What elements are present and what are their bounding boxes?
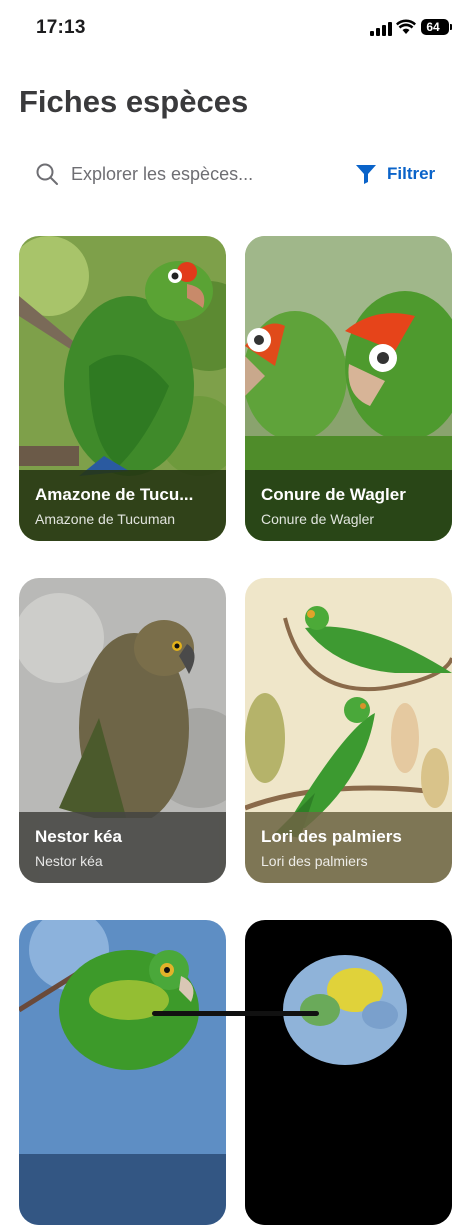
filter-label: Filtrer [387,164,436,183]
species-card[interactable]: Amazone de Tucu... Amazone de Tucuman [19,236,226,541]
species-card[interactable]: Conure de Wagler Conure de Wagler [245,236,452,541]
species-caption: Nestor kéa Nestor kéa [19,812,226,883]
wifi-icon [396,19,416,34]
species-caption: Lori des palmiers Lori des palmiers [245,812,452,883]
battery-level: 64 [426,20,440,34]
species-subname: Amazone de Tucuman [35,511,176,527]
species-caption: Conure de Wagler Conure de Wagler [245,470,452,541]
filter-button[interactable]: Filtrer [355,160,435,188]
species-name: Lori des palmiers [261,827,402,846]
status-bar: 17:13 64 [0,0,471,56]
species-caption [19,1154,226,1225]
home-indicator[interactable] [152,1011,319,1016]
species-card[interactable]: Nestor kéa Nestor kéa [19,578,226,883]
species-subname: Nestor kéa [35,853,103,869]
species-caption: Amazone de Tucu... Amazone de Tucuman [19,470,226,541]
status-time: 17:13 [36,17,86,38]
species-name: Conure de Wagler [261,485,406,504]
filter-icon [356,165,376,184]
species-card[interactable] [245,920,452,1225]
species-card[interactable] [19,920,226,1225]
species-name: Nestor kéa [35,827,122,846]
species-subname: Lori des palmiers [261,853,368,869]
battery-icon: 64 [421,19,449,35]
search-icon [36,163,58,185]
search-bar: Filtrer [19,150,452,198]
species-caption [245,1154,452,1225]
search-input[interactable] [71,160,341,188]
page-title: Fiches espèces [19,84,249,119]
species-subname: Conure de Wagler [261,511,375,527]
battery-nub [450,24,452,30]
species-card[interactable]: Lori des palmiers Lori des palmiers [245,578,452,883]
species-name: Amazone de Tucu... [35,485,194,504]
cellular-signal-icon [370,22,392,36]
